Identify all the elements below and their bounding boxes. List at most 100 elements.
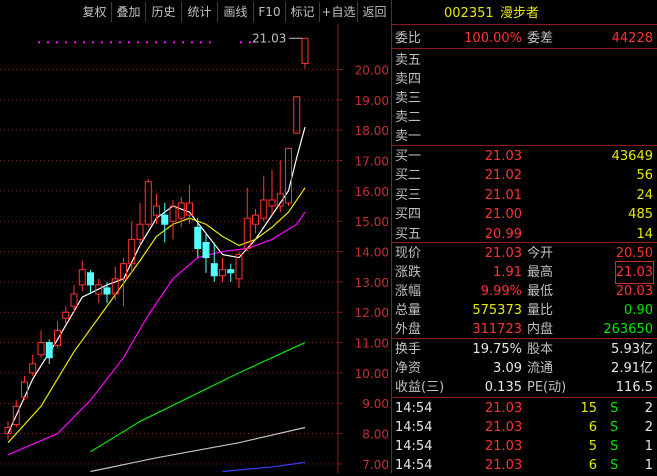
candle-body xyxy=(252,214,259,225)
fundamental-label: 流通 xyxy=(527,361,554,376)
candle-body xyxy=(120,263,127,280)
fundamental-label: 换手 xyxy=(395,342,422,357)
weibi-label: 委比 xyxy=(395,31,422,46)
limit-dot xyxy=(155,41,157,44)
limit-dot xyxy=(146,41,148,44)
stat-label: 涨跌 xyxy=(395,265,422,280)
kline-chart[interactable]: 20.00 19.00 18.00 17.00 16.00 15.00 14.00 13.00… xyxy=(0,24,392,473)
tick-row: 14:54 21.03 6 S 2 xyxy=(392,417,657,438)
stat-value: 263650 xyxy=(603,322,653,337)
fundamental-label: PE(动) xyxy=(527,380,567,395)
tick-price: 21.03 xyxy=(485,420,523,435)
tick-count: 1 xyxy=(644,439,653,454)
buy-volume: 56 xyxy=(636,168,653,184)
buy-label: 买二 xyxy=(395,168,422,184)
toolbar-button[interactable]: F10 xyxy=(254,2,286,22)
toolbar-button[interactable]: 画线 xyxy=(218,2,254,22)
buy-price: 21.00 xyxy=(484,207,522,223)
fundamental-value: 0.135 xyxy=(484,380,522,395)
y-tick-label: 20.00 xyxy=(355,64,389,78)
limit-dot xyxy=(200,41,202,44)
y-tick-label: 19.00 xyxy=(355,94,389,108)
tick-side: S xyxy=(610,401,619,416)
tick-row: 14:54 21.03 15 S 2 xyxy=(392,398,657,419)
limit-dot xyxy=(164,41,166,44)
stat-label: 量比 xyxy=(527,303,554,318)
candle-body xyxy=(186,202,193,216)
ma-line-ma10 xyxy=(7,187,306,444)
candle-body xyxy=(37,342,45,356)
y-tick-label: 13.00 xyxy=(355,276,389,290)
y-tick-label: 10.00 xyxy=(355,367,389,381)
buy-label: 买三 xyxy=(395,187,422,203)
stock-code: 002351 xyxy=(444,6,494,21)
stock-name: 漫步者 xyxy=(500,6,540,21)
y-tick-label: 16.00 xyxy=(355,185,389,199)
stat-value: 0.90 xyxy=(624,303,653,318)
ma-line-ma120 xyxy=(90,426,306,473)
buy-level: 买一 21.03 43649 xyxy=(392,146,657,167)
tick-row: 14:54 21.03 5 S 1 xyxy=(392,436,657,457)
candle-body xyxy=(210,263,218,277)
buy-level: 买二 21.02 56 xyxy=(392,165,657,186)
toolbar-button[interactable]: 统计 xyxy=(182,2,218,22)
candle-body xyxy=(87,272,94,286)
stock-header: 002351 漫步者 xyxy=(392,3,657,24)
toolbar-button[interactable]: +自选 xyxy=(320,2,358,22)
toolbar-button[interactable]: 历史 xyxy=(146,2,182,22)
candle-body xyxy=(194,226,202,250)
limit-dot xyxy=(74,41,76,44)
stat-value: 1.91 xyxy=(493,265,522,280)
candle-body xyxy=(103,287,111,295)
stat-value: 20.03 xyxy=(615,284,653,299)
y-tick-label: 12.00 xyxy=(355,306,389,320)
y-tick-label: 15.00 xyxy=(355,215,389,229)
candle-body xyxy=(243,217,251,249)
limit-dot xyxy=(92,41,94,44)
candle-body xyxy=(136,223,144,240)
limit-dot xyxy=(38,41,40,44)
stat-row: 现价 21.03 今开 20.50 xyxy=(392,243,657,264)
candle-body xyxy=(128,238,136,265)
stat-label: 最高 xyxy=(527,265,554,280)
candle-body xyxy=(21,381,28,398)
buy-price: 21.03 xyxy=(484,149,522,164)
sell-label: 卖四 xyxy=(395,72,422,87)
toolbar-button[interactable]: 叠加 xyxy=(112,2,146,22)
candle-body xyxy=(144,181,152,225)
tick-time: 14:54 xyxy=(395,420,433,435)
fundamental-row: 收益(三) 0.135 PE(动) 116.5 xyxy=(392,377,657,398)
tick-count: 2 xyxy=(644,420,653,435)
stat-label: 最低 xyxy=(527,284,554,299)
toolbar-button[interactable]: 复权 xyxy=(78,2,112,22)
candle-body xyxy=(219,269,226,277)
y-tick-label: 14.00 xyxy=(355,246,389,260)
tick-volume: 5 xyxy=(588,439,597,454)
limit-dot xyxy=(182,41,184,44)
y-tick-label: 18.00 xyxy=(355,124,389,138)
limit-dot xyxy=(65,41,67,44)
buy-price: 21.01 xyxy=(484,187,522,203)
buy-volume: 43649 xyxy=(611,149,653,164)
ma-line-ma20 xyxy=(7,211,306,456)
limit-dot xyxy=(110,41,112,44)
toolbar-button[interactable]: 标记 xyxy=(286,2,320,22)
fundamental-row: 净资 3.09 流通 2.91亿 xyxy=(392,358,657,379)
stat-row: 涨幅 9.99% 最低 20.03 xyxy=(392,281,657,302)
y-tick-label: 7.00 xyxy=(362,458,389,472)
y-tick-label: 8.00 xyxy=(362,428,389,442)
limit-dot xyxy=(119,41,121,44)
candle-body xyxy=(301,37,309,64)
buy-volume: 24 xyxy=(636,187,653,203)
candle-body xyxy=(62,311,70,319)
toolbar-button[interactable]: 返回 xyxy=(358,2,392,22)
tick-price: 21.03 xyxy=(485,401,523,416)
candle-body xyxy=(29,363,37,374)
sell-label: 卖一 xyxy=(395,129,422,144)
limit-dot xyxy=(83,41,85,44)
candle-body xyxy=(202,241,210,259)
stat-row: 涨跌 1.91 最高 21.03 xyxy=(392,261,657,284)
sell-level: 卖二 xyxy=(392,107,657,128)
toolbar: 复权 叠加 历史 统计 画线 F10 标记 +自选 返回 xyxy=(0,0,392,24)
candle-body xyxy=(268,199,276,207)
